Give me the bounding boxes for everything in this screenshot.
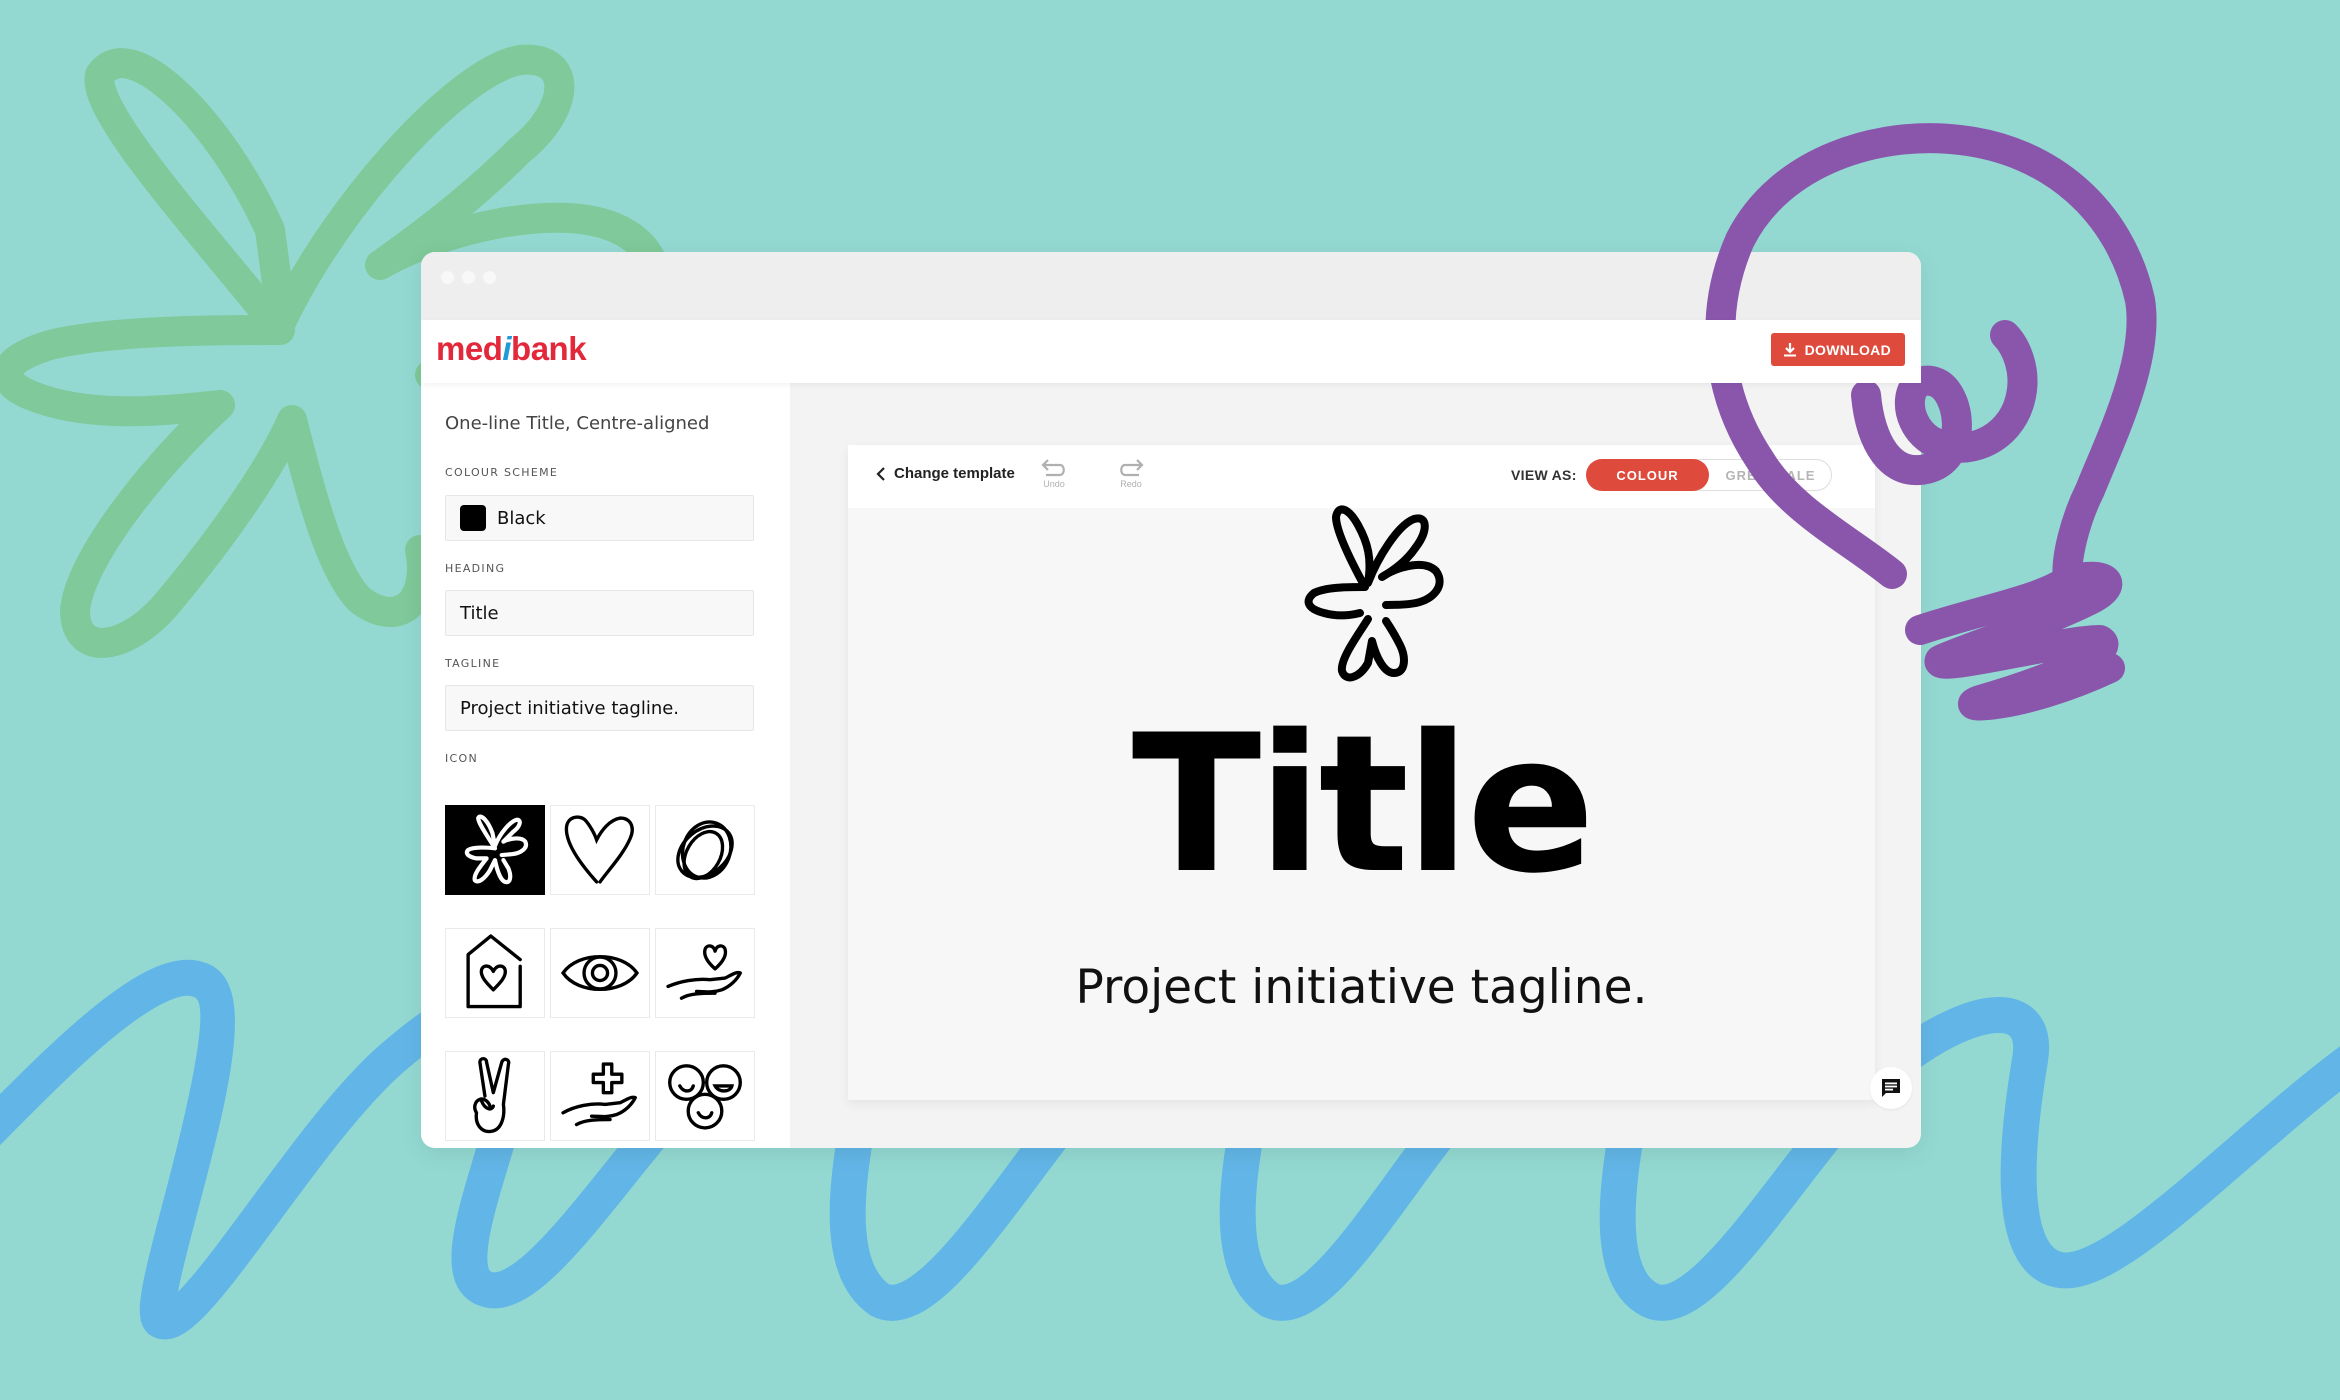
icon-option-smiling-faces[interactable] bbox=[655, 1051, 755, 1141]
app-window: medibank DOWNLOAD One-line Title, Centre… bbox=[421, 252, 1921, 1148]
change-template-label: Change template bbox=[894, 465, 1015, 482]
editor-sidebar: One-line Title, Centre-aligned COLOUR SC… bbox=[421, 383, 790, 1148]
eye-icon bbox=[560, 954, 640, 992]
logo-text-suffix: bank bbox=[511, 330, 587, 367]
redo-button[interactable]: Redo bbox=[1117, 457, 1145, 489]
peace-hand-icon bbox=[473, 1056, 511, 1134]
redo-icon bbox=[1120, 459, 1144, 477]
chat-button[interactable] bbox=[1870, 1067, 1912, 1109]
download-button[interactable]: DOWNLOAD bbox=[1770, 333, 1905, 366]
download-label: DOWNLOAD bbox=[1804, 341, 1891, 358]
icon-option-scribble[interactable] bbox=[655, 805, 755, 895]
change-template-button[interactable]: Change template bbox=[876, 465, 1015, 482]
scribble-circle-icon bbox=[676, 820, 734, 881]
icon-option-peace-hand[interactable] bbox=[445, 1051, 545, 1141]
medibank-logo[interactable]: medibank bbox=[436, 330, 587, 368]
tagline-value: Project initiative tagline. bbox=[460, 697, 680, 719]
preview-card: Change template Undo Redo VIEW AS: COLOU… bbox=[848, 445, 1875, 1100]
colour-scheme-select[interactable]: Black bbox=[445, 495, 754, 541]
icon-option-flower[interactable] bbox=[445, 805, 545, 895]
template-name: One-line Title, Centre-aligned bbox=[445, 413, 710, 434]
preview-flower-icon bbox=[1304, 505, 1444, 682]
icon-option-hand-heart[interactable] bbox=[655, 928, 755, 1018]
logo-text-prefix: med bbox=[436, 330, 503, 367]
heading-value: Title bbox=[460, 602, 499, 624]
icon-option-hand-cross[interactable] bbox=[550, 1051, 650, 1141]
undo-label: Undo bbox=[1043, 479, 1065, 489]
window-minimize-dot[interactable] bbox=[462, 271, 475, 284]
heading-label: HEADING bbox=[445, 562, 506, 575]
smiling-faces-icon bbox=[668, 1064, 742, 1130]
tagline-input[interactable]: Project initiative tagline. bbox=[445, 685, 754, 731]
view-colour-option[interactable]: COLOUR bbox=[1586, 459, 1709, 491]
download-icon bbox=[1783, 343, 1796, 357]
house-heart-icon bbox=[466, 934, 522, 1009]
window-close-dot[interactable] bbox=[441, 271, 454, 284]
view-as-label: VIEW AS: bbox=[1511, 467, 1577, 483]
hand-heart-icon bbox=[666, 944, 742, 1000]
hand-cross-icon bbox=[561, 1062, 637, 1127]
view-greyscale-option[interactable]: GREYSCALE bbox=[1709, 459, 1832, 491]
flower-icon bbox=[464, 814, 529, 885]
icon-option-eye[interactable] bbox=[550, 928, 650, 1018]
undo-icon bbox=[1041, 459, 1065, 477]
heart-icon bbox=[564, 815, 634, 884]
view-mode-toggle: COLOUR GREYSCALE bbox=[1586, 459, 1832, 491]
heading-input[interactable]: Title bbox=[445, 590, 754, 636]
preview-title: Title bbox=[1131, 694, 1596, 915]
preview-tagline: Project initiative tagline. bbox=[1075, 960, 1648, 1015]
window-maximize-dot[interactable] bbox=[483, 271, 496, 284]
colour-swatch bbox=[460, 505, 486, 531]
tagline-label: TAGLINE bbox=[445, 657, 501, 670]
icon-option-heart[interactable] bbox=[550, 805, 650, 895]
undo-button[interactable]: Undo bbox=[1040, 457, 1068, 489]
app-header: medibank DOWNLOAD bbox=[421, 320, 1921, 383]
colour-scheme-value: Black bbox=[497, 507, 546, 529]
colour-scheme-label: COLOUR SCHEME bbox=[445, 466, 559, 479]
icon-option-house-heart[interactable] bbox=[445, 928, 545, 1018]
chat-icon bbox=[1882, 1079, 1900, 1097]
window-chrome bbox=[421, 252, 1921, 320]
redo-label: Redo bbox=[1120, 479, 1142, 489]
logo-text-i: i bbox=[502, 330, 512, 367]
chevron-left-icon bbox=[876, 466, 885, 481]
icon-label: ICON bbox=[445, 752, 479, 765]
